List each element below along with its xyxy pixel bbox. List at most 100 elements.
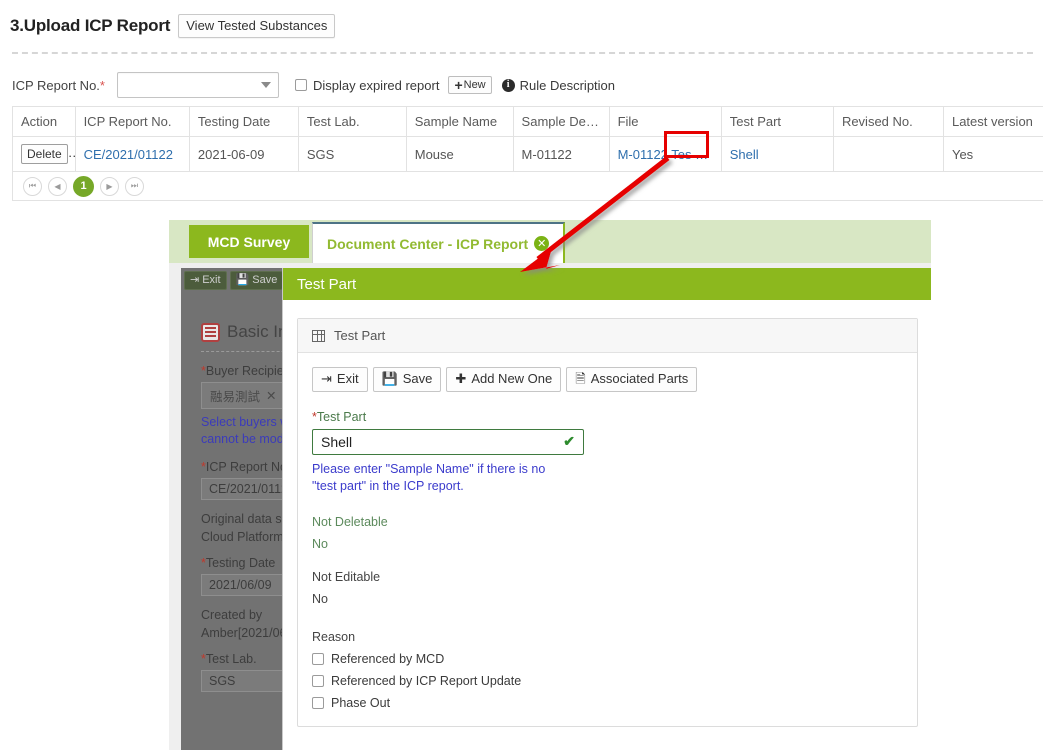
- highlight-box-test-part: [664, 131, 709, 158]
- tab-document-center-icp-report[interactable]: Document Center - ICP Report ✕: [312, 222, 566, 263]
- reason-option-label: Referenced by MCD: [331, 651, 445, 666]
- col-sample-name: Sample Name: [405, 106, 514, 137]
- test-part-card-header: Test Part: [298, 319, 917, 353]
- rule-description-link[interactable]: i Rule Description: [501, 78, 615, 93]
- buyer-recipient-label-text: Buyer Recipient: [205, 364, 295, 378]
- not-deletable-label: Not Deletable: [312, 514, 388, 529]
- dimmed-exit-button[interactable]: ⇥ Exit: [184, 271, 227, 290]
- icp-report-table: Action ICP Report No. Testing Date Test …: [12, 106, 1043, 172]
- col-latest-version: Latest version: [942, 106, 1043, 137]
- cell-latest-version: Yes: [942, 136, 1043, 172]
- reason-option-label: Referenced by ICP Report Update: [331, 673, 522, 688]
- plus-icon: +: [454, 76, 463, 93]
- reason-option-referenced-by-icp-report-update[interactable]: Referenced by ICP Report Update: [312, 674, 903, 688]
- delete-button[interactable]: Delete: [21, 144, 68, 164]
- view-tested-substances-button[interactable]: View Tested Substances: [178, 14, 336, 39]
- modal-exit-button[interactable]: ⇥ Exit: [312, 367, 368, 392]
- test-part-card: Test Part ⇥ Exit 💾 Save ✚ Add New One 🗎 …: [297, 318, 918, 727]
- dim-icp-report-no-label-text: ICP Report No.: [205, 459, 291, 474]
- icp-report-no-label-text: ICP Report No.: [12, 77, 100, 93]
- new-button-label: New: [463, 79, 486, 91]
- test-part-link[interactable]: Shell: [730, 147, 759, 162]
- plus-icon: ✚: [455, 371, 467, 386]
- display-expired-report-checkbox[interactable]: Display expired report: [294, 77, 440, 93]
- table-header-row: Action ICP Report No. Testing Date Test …: [12, 106, 1043, 137]
- close-icon[interactable]: ✕: [266, 388, 276, 403]
- cell-test-lab: SGS: [297, 136, 407, 172]
- cell-action: Delete: [12, 136, 76, 172]
- cell-testing-date: 2021-06-09: [188, 136, 299, 172]
- associated-parts-button[interactable]: 🗎 Associated Parts: [566, 367, 698, 392]
- checkbox-icon[interactable]: [312, 696, 324, 709]
- modal-body: Test Part ⇥ Exit 💾 Save ✚ Add New One 🗎 …: [283, 300, 931, 727]
- add-new-one-button[interactable]: ✚ Add New One: [446, 367, 562, 392]
- section-header: 3.Upload ICP Report View Tested Substanc…: [10, 14, 336, 39]
- table-row: Delete CE/2021/01122 2021-06-09 SGS Mous…: [12, 136, 1043, 172]
- modal-exit-label: Exit: [336, 371, 359, 386]
- display-expired-report-label: Display expired report: [312, 77, 440, 93]
- modal-title-bar: Test Part: [283, 268, 931, 300]
- col-test-lab: Test Lab.: [297, 106, 407, 137]
- checkbox-icon[interactable]: [294, 79, 307, 91]
- embedded-popup-screenshot: MCD Survey Document Center - ICP Report …: [169, 220, 931, 750]
- reason-option-referenced-by-mcd[interactable]: Referenced by MCD: [312, 652, 903, 666]
- check-icon: ✔: [563, 433, 575, 450]
- reason-label: Reason: [312, 629, 356, 644]
- associated-parts-label: Associated Parts: [590, 371, 689, 386]
- pager-prev-button[interactable]: ◀: [48, 176, 67, 196]
- new-button[interactable]: + New: [448, 76, 492, 94]
- col-testing-date: Testing Date: [188, 106, 299, 137]
- test-part-input[interactable]: Shell ✔: [312, 428, 584, 455]
- test-part-field-label: *Test Part: [312, 410, 903, 424]
- close-icon[interactable]: ✕: [534, 236, 550, 251]
- cell-icp-report-no: CE/2021/01122: [74, 136, 190, 172]
- checkbox-icon[interactable]: [312, 652, 324, 665]
- buyer-recipient-chip[interactable]: 融易測試 ✕: [201, 382, 286, 409]
- dimmed-save-label: Save: [252, 274, 278, 286]
- test-part-toolbar: ⇥ Exit 💾 Save ✚ Add New One 🗎 Associated…: [312, 367, 903, 392]
- reason-option-label: Phase Out: [331, 695, 391, 710]
- reason-option-phase-out[interactable]: Phase Out: [312, 696, 903, 710]
- dimmed-save-button[interactable]: 💾 Save: [229, 271, 284, 290]
- dim-testing-date-label-text: Testing Date: [205, 555, 276, 570]
- pager-first-button[interactable]: ⏮: [23, 176, 42, 196]
- save-icon: 💾: [235, 274, 250, 286]
- test-part-card-body: ⇥ Exit 💾 Save ✚ Add New One 🗎 Associated…: [298, 353, 917, 726]
- modal-save-button[interactable]: 💾 Save: [372, 367, 442, 392]
- section-divider: [12, 52, 1033, 54]
- col-action: Action: [12, 106, 76, 137]
- info-icon: i: [501, 78, 515, 92]
- col-sample-desc: Sample Desc…: [512, 106, 610, 137]
- checkbox-icon[interactable]: [312, 674, 324, 687]
- col-revised-no: Revised No.: [832, 106, 944, 137]
- icp-report-grid: Action ICP Report No. Testing Date Test …: [12, 106, 1043, 201]
- save-icon: 💾: [381, 371, 398, 386]
- chevron-down-icon: [260, 82, 271, 88]
- page-title: 3.Upload ICP Report: [10, 16, 171, 36]
- required-marker: *: [99, 77, 105, 93]
- list-icon: [201, 322, 220, 342]
- tab-mcd-survey[interactable]: MCD Survey: [189, 225, 309, 258]
- col-test-part: Test Part: [720, 106, 834, 137]
- popup-tabstrip: MCD Survey Document Center - ICP Report …: [169, 220, 931, 263]
- buyer-recipient-chip-text: 融易測試: [210, 390, 261, 404]
- not-editable-value: No: [312, 591, 328, 606]
- cell-revised-no: [832, 136, 944, 172]
- pager-next-button[interactable]: ▶: [100, 176, 119, 196]
- cell-sample-name: Mouse: [405, 136, 514, 172]
- icp-report-no-label: ICP Report No.*: [12, 78, 105, 93]
- icp-report-no-dropdown[interactable]: [116, 72, 279, 98]
- test-part-card-title: Test Part: [334, 328, 386, 343]
- icp-report-no-link[interactable]: CE/2021/01122: [84, 147, 173, 162]
- test-part-input-value: Shell: [321, 433, 353, 450]
- document-icon: 🗎: [575, 371, 586, 386]
- exit-icon: ⇥: [190, 274, 200, 286]
- pager-last-button[interactable]: ⏭: [125, 176, 144, 196]
- test-part-modal: Test Part Test Part ⇥ Exit 💾 Save ✚ Add …: [282, 268, 931, 750]
- col-icp-report-no: ICP Report No.: [74, 106, 190, 137]
- test-part-hint: Please enter "Sample Name" if there is n…: [312, 461, 546, 494]
- cell-test-part: Shell: [720, 136, 834, 172]
- pager-page-1[interactable]: 1: [73, 175, 94, 197]
- cell-sample-desc: M-01122: [512, 136, 610, 172]
- not-deletable-value: No: [312, 536, 328, 551]
